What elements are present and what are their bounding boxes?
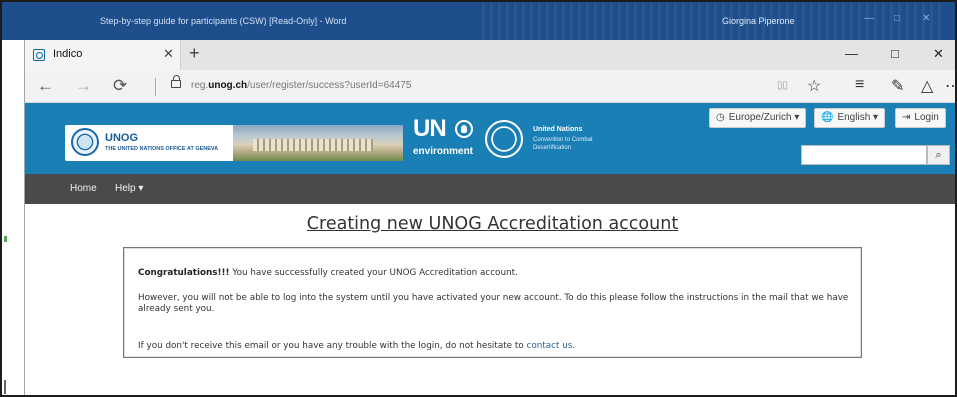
- word-window-title: Step-by-step guide for participants (CSW…: [100, 16, 347, 26]
- nav-home[interactable]: Home: [70, 183, 97, 194]
- address-separator: [155, 78, 156, 96]
- search-input[interactable]: [801, 145, 927, 165]
- timezone-dropdown[interactable]: ◷ Europe/Zurich ▾: [709, 108, 807, 128]
- login-label: Login: [914, 112, 939, 123]
- url-path: /user/register/success?userId=64475: [247, 80, 412, 91]
- palais-des-nations-image: [233, 125, 403, 161]
- unccd-title: United Nations: [533, 126, 583, 133]
- edge-browser-window: Indico ✕ + — □ ✕ ← → ⟳ reg.unog.ch/user/…: [24, 40, 955, 395]
- share-icon[interactable]: △: [921, 76, 933, 96]
- address-bar: ← → ⟳ reg.unog.ch/user/register/success?…: [25, 70, 955, 103]
- minimize-button[interactable]: —: [845, 46, 858, 61]
- word-close-button[interactable]: ✕: [922, 13, 930, 24]
- un-emblem-icon: [71, 128, 99, 156]
- globe-icon: 🌐: [821, 112, 834, 123]
- more-icon[interactable]: ⋯: [945, 76, 955, 96]
- un-environment-globe-icon: [455, 120, 473, 138]
- clock-icon: ◷: [716, 112, 725, 123]
- language-label: English: [837, 112, 871, 123]
- lock-icon: [171, 75, 181, 88]
- main-navigation: Home Help ▾: [25, 174, 955, 204]
- document-fragment-mark: [4, 380, 6, 394]
- unccd-subtitle: Convention to Combat Desertification: [533, 137, 593, 151]
- hub-icon[interactable]: ≡: [855, 76, 864, 94]
- indico-favicon-icon: [33, 49, 45, 61]
- word-minimize-button[interactable]: —: [864, 13, 874, 24]
- search-button[interactable]: ⌕: [927, 145, 950, 165]
- browser-tab-bar: Indico ✕ + — □ ✕: [25, 40, 955, 70]
- un-environment-word: environment: [413, 146, 474, 157]
- nav-help-label: Help: [115, 183, 136, 194]
- caret-down-icon: ▾: [138, 183, 144, 194]
- tab-indico[interactable]: Indico ✕: [25, 40, 181, 70]
- chevron-down-icon: ▾: [794, 112, 800, 123]
- url-field[interactable]: reg.unog.ch/user/register/success?userId…: [191, 80, 411, 91]
- chevron-down-icon: ▾: [873, 112, 879, 123]
- close-window-button[interactable]: ✕: [933, 46, 944, 62]
- forward-arrow-icon[interactable]: →: [75, 76, 92, 96]
- maximize-button[interactable]: □: [891, 46, 899, 61]
- activation-instructions: However, you will not be able to log int…: [138, 293, 849, 314]
- new-tab-button[interactable]: +: [189, 43, 200, 64]
- search-icon: ⌕: [935, 149, 942, 161]
- account-created-text: You have successfully created your UNOG …: [229, 268, 518, 278]
- success-line: Congratulations!!! You have successfully…: [138, 268, 850, 279]
- nav-help[interactable]: Help ▾: [115, 183, 143, 194]
- unccd-emblem-icon: [485, 120, 523, 158]
- unog-banner[interactable]: UNOG THE UNITED NATIONS OFFICE AT GENEVA: [65, 125, 403, 161]
- favorite-star-icon[interactable]: ☆: [807, 76, 821, 96]
- page-title: Creating new UNOG Accreditation account: [306, 214, 679, 234]
- timezone-label: Europe/Zurich: [728, 112, 792, 123]
- unog-logo-subtitle: THE UNITED NATIONS OFFICE AT GENEVA: [105, 146, 219, 152]
- refresh-icon[interactable]: ⟳: [113, 76, 127, 96]
- support-line: If you don't receive this email or you h…: [138, 341, 850, 352]
- site-header: UNOG THE UNITED NATIONS OFFICE AT GENEVA…: [25, 103, 955, 174]
- contact-us-link[interactable]: contact us: [527, 341, 573, 351]
- document-fragment-mark: [4, 236, 7, 242]
- reading-view-icon[interactable]: ▯▯: [777, 80, 788, 91]
- language-dropdown[interactable]: 🌐 English ▾: [814, 108, 886, 128]
- word-maximize-button[interactable]: □: [894, 13, 900, 24]
- word-document-edge: [2, 40, 24, 395]
- congratulations-text: Congratulations!!!: [138, 268, 230, 278]
- login-button[interactable]: ⇥ Login: [895, 108, 946, 128]
- un-environment-logo-text: UN: [413, 115, 447, 142]
- login-icon: ⇥: [902, 112, 911, 123]
- search-box: ⌕: [801, 145, 950, 165]
- support-text-end: .: [572, 341, 576, 351]
- tab-close-icon[interactable]: ✕: [163, 46, 174, 62]
- word-title-bar: Step-by-step guide for participants (CSW…: [2, 2, 955, 40]
- web-note-icon[interactable]: ✎: [891, 76, 904, 96]
- url-domain: unog.ch: [208, 80, 248, 91]
- tab-label: Indico: [53, 48, 83, 60]
- page-content: Creating new UNOG Accreditation account …: [25, 204, 955, 395]
- unog-logo-text: UNOG: [105, 132, 138, 144]
- back-arrow-icon[interactable]: ←: [37, 76, 54, 96]
- success-message-box: Congratulations!!! You have successfully…: [123, 247, 862, 358]
- word-user-name[interactable]: Giorgina Piperone: [722, 16, 795, 26]
- url-prefix: reg.: [191, 80, 209, 91]
- support-text: If you don't receive this email or you h…: [138, 341, 527, 351]
- screenshot-frame: Step-by-step guide for participants (CSW…: [0, 0, 957, 397]
